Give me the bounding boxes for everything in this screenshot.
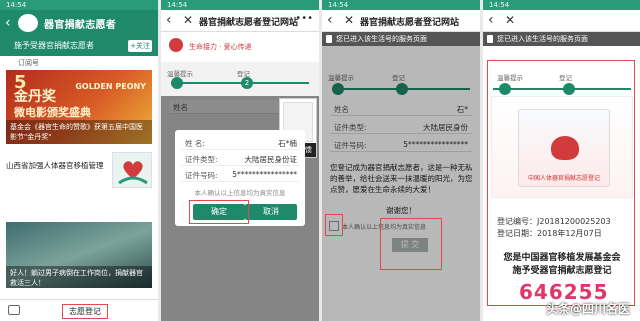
- registration-number: 登记编号：J20181200025203: [497, 217, 611, 226]
- step-label-register: 登记: [559, 74, 572, 82]
- photo-caption: 好人！躺过男子病倒在工作岗位，捐献器官救活三人！: [6, 266, 152, 288]
- dialog-name-row: 姓 名: 石*楠: [181, 136, 299, 150]
- confirm-dialog: 姓 名: 石*楠 证件类型: 大陆居民身份证 证件号码: 5**********…: [175, 130, 305, 226]
- status-bar: 14:54: [483, 0, 640, 10]
- keyboard-icon[interactable]: [8, 305, 20, 315]
- dim-overlay: [322, 46, 480, 321]
- dialog-idnum-label: 证件号码:: [185, 171, 218, 180]
- logo: [169, 38, 183, 52]
- step-label-notice: 温馨提示: [497, 74, 523, 82]
- registration-title: 您是中国器官移植发展基金会 施予受器官捐献志愿登记: [483, 252, 640, 278]
- banner-english: GOLDEN PEONY: [75, 82, 146, 91]
- dialog-idtype-label: 证件类型:: [185, 155, 218, 164]
- step-dot-1: [171, 77, 183, 89]
- status-bar: 14:54: [161, 0, 319, 10]
- step-line: [171, 82, 309, 84]
- speaker-icon: [326, 35, 332, 43]
- page-title: 器官捐献志愿者登记网站: [199, 18, 299, 28]
- site-banner: 生命接力 · 爱心传递: [161, 32, 319, 62]
- back-icon[interactable]: ‹: [5, 15, 11, 31]
- back-icon[interactable]: ‹: [488, 12, 494, 28]
- banner-article[interactable]: 5 金丹奖 微电影颁奖盛典 GOLDEN PEONY 基金会《器官生命的赞歌》获…: [6, 70, 152, 144]
- phone-screen-2: 14:54 ‹ ✕ 器官捐献志愿者登记网站 ••• 生命接力 · 爱心传递 温馨…: [161, 0, 319, 321]
- donor-card: 中国人体器官捐献志愿登记: [518, 109, 610, 187]
- web-header: ‹ ✕: [483, 10, 640, 32]
- account-name: 施予受器官捐献志愿者: [14, 41, 94, 50]
- dialog-idtype-value: 大陆居民身份证: [244, 155, 298, 164]
- status-bar: 14:54: [322, 0, 480, 10]
- step-indicator: 温馨提示 登记: [483, 52, 640, 95]
- speaker-icon: [487, 35, 493, 43]
- phone-screen-1: 14:54 ‹ 器官捐献志愿者 施予受器官捐献志愿者 +关注 订阅号 5 金丹奖…: [0, 0, 158, 321]
- phone-screen-3: 14:54 ‹ ✕ 器官捐献志愿者登记网站 您已进入该生活号的服务页面 温馨提示…: [322, 0, 480, 321]
- web-header: ‹ ✕ 器官捐献志愿者登记网站 •••: [161, 10, 319, 32]
- account-bar: 施予受器官捐献志愿者 +关注: [0, 36, 158, 56]
- status-bar: 14:54: [0, 0, 158, 10]
- certificate-area: 中国人体器官捐献志愿登记: [491, 96, 633, 198]
- card-caption: 中国人体器官捐献志愿登记: [527, 175, 600, 182]
- service-notice-text: 您已进入该生活号的服务页面: [497, 35, 588, 43]
- bottom-menu: 志愿登记: [0, 299, 158, 321]
- banner-title: 金丹奖: [14, 89, 56, 105]
- heart-logo-icon: [551, 136, 579, 160]
- page-title: 器官捐献志愿者登记网站: [360, 18, 460, 28]
- step-dot-1: [499, 83, 511, 95]
- web-header: ‹ ✕ 器官捐献志愿者登记网站: [322, 10, 480, 32]
- dialog-idnum-value: 5****************: [232, 170, 297, 179]
- service-notice: 您已进入该生活号的服务页面: [322, 32, 480, 46]
- close-icon[interactable]: ✕: [344, 13, 354, 27]
- app-header: ‹ 器官捐献志愿者: [0, 10, 158, 36]
- registration-title-line2: 施予受器官捐献志愿登记: [512, 266, 612, 276]
- close-icon[interactable]: ✕: [183, 13, 193, 27]
- more-icon[interactable]: •••: [295, 13, 313, 24]
- service-notice: 您已进入该生活号的服务页面: [483, 32, 640, 46]
- follow-button[interactable]: +关注: [128, 40, 152, 52]
- logo: [18, 14, 38, 32]
- step-label-notice: 温馨提示: [167, 70, 193, 78]
- step-dot-2: [563, 83, 575, 95]
- dialog-idnum-row: 证件号码: 5****************: [181, 168, 299, 182]
- step-indicator: 温馨提示 登记 2: [161, 66, 319, 96]
- service-notice-text: 您已进入该生活号的服务页面: [336, 35, 427, 43]
- watermark: 头条@四川名医: [545, 302, 630, 316]
- step-line: [493, 88, 631, 90]
- photo-article[interactable]: 好人！躺过男子病倒在工作岗位，捐献器官救活三人！: [6, 222, 152, 288]
- registration-date: 登记日期：2018年12月07日: [497, 229, 602, 238]
- news-item-title[interactable]: 山西省加强人体器官移植管理: [6, 160, 106, 171]
- dialog-name-label: 姓 名:: [185, 139, 205, 148]
- dialog-note: 本人确认以上信息均为真实信息: [194, 189, 286, 197]
- step-dot-2: 2: [241, 77, 253, 89]
- back-icon[interactable]: ‹: [327, 12, 333, 28]
- heart-hands-icon: [118, 161, 148, 185]
- close-icon[interactable]: ✕: [505, 13, 515, 27]
- dialog-idtype-row: 证件类型: 大陆居民身份证: [181, 152, 299, 166]
- confirm-button[interactable]: 确定: [193, 204, 245, 220]
- page-title: 器官捐献志愿者: [44, 20, 117, 31]
- account-tag: 订阅号: [18, 59, 39, 67]
- banner-caption: 基金会《器官生命的赞歌》获第五届中国医影节"金丹奖": [6, 120, 152, 144]
- menu-volunteer-registration[interactable]: 志愿登记: [62, 304, 108, 319]
- registration-title-line1: 您是中国器官移植发展基金会: [503, 253, 621, 263]
- dialog-name-value: 石*楠: [278, 139, 297, 148]
- phone-screen-4: 14:54 ‹ ✕ 您已进入该生活号的服务页面 温馨提示 登记 中国人体器官捐献…: [483, 0, 640, 321]
- site-slogan: 生命接力 · 爱心传递: [189, 43, 252, 51]
- banner-subtitle: 微电影颁奖盛典: [14, 106, 91, 119]
- news-thumbnail: [112, 152, 152, 188]
- cancel-button[interactable]: 取消: [245, 204, 297, 220]
- back-icon[interactable]: ‹: [166, 12, 172, 28]
